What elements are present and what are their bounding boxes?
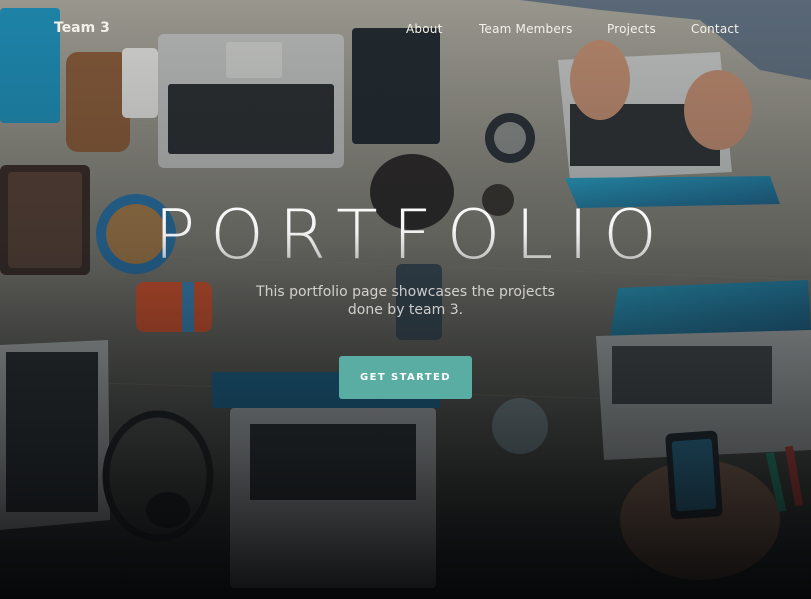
nav-link-team-members[interactable]: Team Members — [479, 22, 573, 36]
nav-link-projects[interactable]: Projects — [607, 22, 656, 36]
brand-logo[interactable]: Team 3 — [54, 20, 110, 36]
nav-link-contact[interactable]: Contact — [691, 22, 739, 36]
hero-title: PORTFOLIO — [0, 196, 811, 276]
top-navbar: Team 3 About Team Members Projects Conta… — [0, 0, 811, 60]
hero-subtitle: This portfolio page showcases the projec… — [256, 284, 555, 318]
nav-link-about[interactable]: About — [406, 22, 442, 36]
get-started-button[interactable]: GET STARTED — [339, 356, 472, 399]
